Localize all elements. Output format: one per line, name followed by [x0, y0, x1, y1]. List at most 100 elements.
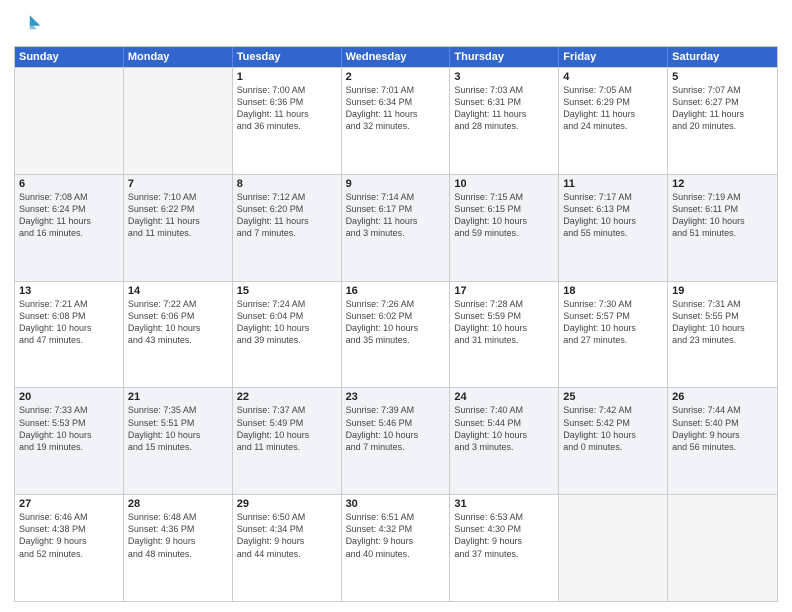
calendar-cell	[124, 68, 233, 174]
day-number: 2	[346, 71, 446, 83]
day-info: Sunrise: 7:28 AM Sunset: 5:59 PM Dayligh…	[454, 298, 554, 347]
calendar-cell: 5Sunrise: 7:07 AM Sunset: 6:27 PM Daylig…	[668, 68, 777, 174]
day-info: Sunrise: 7:00 AM Sunset: 6:36 PM Dayligh…	[237, 84, 337, 133]
header-day-thursday: Thursday	[450, 47, 559, 67]
day-info: Sunrise: 7:31 AM Sunset: 5:55 PM Dayligh…	[672, 298, 773, 347]
day-number: 30	[346, 498, 446, 510]
day-info: Sunrise: 7:08 AM Sunset: 6:24 PM Dayligh…	[19, 191, 119, 240]
day-number: 21	[128, 391, 228, 403]
calendar-row-1: 1Sunrise: 7:00 AM Sunset: 6:36 PM Daylig…	[15, 67, 777, 174]
calendar-body: 1Sunrise: 7:00 AM Sunset: 6:36 PM Daylig…	[15, 67, 777, 601]
day-info: Sunrise: 7:15 AM Sunset: 6:15 PM Dayligh…	[454, 191, 554, 240]
day-number: 5	[672, 71, 773, 83]
calendar-cell: 22Sunrise: 7:37 AM Sunset: 5:49 PM Dayli…	[233, 388, 342, 494]
calendar-cell: 12Sunrise: 7:19 AM Sunset: 6:11 PM Dayli…	[668, 175, 777, 281]
day-info: Sunrise: 7:12 AM Sunset: 6:20 PM Dayligh…	[237, 191, 337, 240]
calendar-cell: 23Sunrise: 7:39 AM Sunset: 5:46 PM Dayli…	[342, 388, 451, 494]
day-number: 6	[19, 178, 119, 190]
calendar-cell	[668, 495, 777, 601]
day-number: 26	[672, 391, 773, 403]
calendar-cell: 19Sunrise: 7:31 AM Sunset: 5:55 PM Dayli…	[668, 282, 777, 388]
day-number: 9	[346, 178, 446, 190]
day-info: Sunrise: 7:03 AM Sunset: 6:31 PM Dayligh…	[454, 84, 554, 133]
day-number: 13	[19, 285, 119, 297]
day-info: Sunrise: 7:17 AM Sunset: 6:13 PM Dayligh…	[563, 191, 663, 240]
calendar-cell: 29Sunrise: 6:50 AM Sunset: 4:34 PM Dayli…	[233, 495, 342, 601]
calendar-row-3: 13Sunrise: 7:21 AM Sunset: 6:08 PM Dayli…	[15, 281, 777, 388]
day-info: Sunrise: 7:01 AM Sunset: 6:34 PM Dayligh…	[346, 84, 446, 133]
day-info: Sunrise: 7:26 AM Sunset: 6:02 PM Dayligh…	[346, 298, 446, 347]
day-info: Sunrise: 7:40 AM Sunset: 5:44 PM Dayligh…	[454, 404, 554, 453]
calendar-cell: 11Sunrise: 7:17 AM Sunset: 6:13 PM Dayli…	[559, 175, 668, 281]
calendar-cell: 16Sunrise: 7:26 AM Sunset: 6:02 PM Dayli…	[342, 282, 451, 388]
header-day-saturday: Saturday	[668, 47, 777, 67]
calendar-cell: 4Sunrise: 7:05 AM Sunset: 6:29 PM Daylig…	[559, 68, 668, 174]
calendar-cell: 31Sunrise: 6:53 AM Sunset: 4:30 PM Dayli…	[450, 495, 559, 601]
calendar-cell: 15Sunrise: 7:24 AM Sunset: 6:04 PM Dayli…	[233, 282, 342, 388]
calendar-cell: 20Sunrise: 7:33 AM Sunset: 5:53 PM Dayli…	[15, 388, 124, 494]
logo	[14, 10, 46, 38]
day-info: Sunrise: 7:30 AM Sunset: 5:57 PM Dayligh…	[563, 298, 663, 347]
day-number: 7	[128, 178, 228, 190]
day-info: Sunrise: 6:51 AM Sunset: 4:32 PM Dayligh…	[346, 511, 446, 560]
day-info: Sunrise: 6:53 AM Sunset: 4:30 PM Dayligh…	[454, 511, 554, 560]
day-number: 8	[237, 178, 337, 190]
day-number: 4	[563, 71, 663, 83]
day-number: 24	[454, 391, 554, 403]
day-info: Sunrise: 7:42 AM Sunset: 5:42 PM Dayligh…	[563, 404, 663, 453]
day-info: Sunrise: 7:44 AM Sunset: 5:40 PM Dayligh…	[672, 404, 773, 453]
day-number: 16	[346, 285, 446, 297]
calendar-cell: 14Sunrise: 7:22 AM Sunset: 6:06 PM Dayli…	[124, 282, 233, 388]
day-info: Sunrise: 6:46 AM Sunset: 4:38 PM Dayligh…	[19, 511, 119, 560]
calendar-cell: 28Sunrise: 6:48 AM Sunset: 4:36 PM Dayli…	[124, 495, 233, 601]
calendar-cell: 7Sunrise: 7:10 AM Sunset: 6:22 PM Daylig…	[124, 175, 233, 281]
day-info: Sunrise: 7:37 AM Sunset: 5:49 PM Dayligh…	[237, 404, 337, 453]
calendar-cell: 17Sunrise: 7:28 AM Sunset: 5:59 PM Dayli…	[450, 282, 559, 388]
day-info: Sunrise: 7:14 AM Sunset: 6:17 PM Dayligh…	[346, 191, 446, 240]
day-info: Sunrise: 7:10 AM Sunset: 6:22 PM Dayligh…	[128, 191, 228, 240]
header-day-sunday: Sunday	[15, 47, 124, 67]
day-number: 18	[563, 285, 663, 297]
calendar-row-5: 27Sunrise: 6:46 AM Sunset: 4:38 PM Dayli…	[15, 494, 777, 601]
day-info: Sunrise: 7:39 AM Sunset: 5:46 PM Dayligh…	[346, 404, 446, 453]
calendar-row-4: 20Sunrise: 7:33 AM Sunset: 5:53 PM Dayli…	[15, 387, 777, 494]
day-number: 31	[454, 498, 554, 510]
header-day-tuesday: Tuesday	[233, 47, 342, 67]
day-info: Sunrise: 6:48 AM Sunset: 4:36 PM Dayligh…	[128, 511, 228, 560]
day-number: 14	[128, 285, 228, 297]
calendar-cell	[559, 495, 668, 601]
calendar-cell: 25Sunrise: 7:42 AM Sunset: 5:42 PM Dayli…	[559, 388, 668, 494]
day-number: 20	[19, 391, 119, 403]
day-info: Sunrise: 7:24 AM Sunset: 6:04 PM Dayligh…	[237, 298, 337, 347]
day-number: 23	[346, 391, 446, 403]
day-info: Sunrise: 7:22 AM Sunset: 6:06 PM Dayligh…	[128, 298, 228, 347]
day-info: Sunrise: 7:05 AM Sunset: 6:29 PM Dayligh…	[563, 84, 663, 133]
day-number: 19	[672, 285, 773, 297]
day-info: Sunrise: 7:35 AM Sunset: 5:51 PM Dayligh…	[128, 404, 228, 453]
calendar-cell: 27Sunrise: 6:46 AM Sunset: 4:38 PM Dayli…	[15, 495, 124, 601]
calendar-cell: 3Sunrise: 7:03 AM Sunset: 6:31 PM Daylig…	[450, 68, 559, 174]
calendar: SundayMondayTuesdayWednesdayThursdayFrid…	[14, 46, 778, 602]
day-number: 1	[237, 71, 337, 83]
calendar-cell: 1Sunrise: 7:00 AM Sunset: 6:36 PM Daylig…	[233, 68, 342, 174]
calendar-cell: 8Sunrise: 7:12 AM Sunset: 6:20 PM Daylig…	[233, 175, 342, 281]
calendar-cell: 18Sunrise: 7:30 AM Sunset: 5:57 PM Dayli…	[559, 282, 668, 388]
calendar-cell: 26Sunrise: 7:44 AM Sunset: 5:40 PM Dayli…	[668, 388, 777, 494]
header-day-monday: Monday	[124, 47, 233, 67]
calendar-cell: 13Sunrise: 7:21 AM Sunset: 6:08 PM Dayli…	[15, 282, 124, 388]
calendar-cell: 2Sunrise: 7:01 AM Sunset: 6:34 PM Daylig…	[342, 68, 451, 174]
header-day-wednesday: Wednesday	[342, 47, 451, 67]
calendar-row-2: 6Sunrise: 7:08 AM Sunset: 6:24 PM Daylig…	[15, 174, 777, 281]
day-info: Sunrise: 7:33 AM Sunset: 5:53 PM Dayligh…	[19, 404, 119, 453]
day-number: 3	[454, 71, 554, 83]
day-number: 12	[672, 178, 773, 190]
day-number: 11	[563, 178, 663, 190]
day-info: Sunrise: 7:19 AM Sunset: 6:11 PM Dayligh…	[672, 191, 773, 240]
header-day-friday: Friday	[559, 47, 668, 67]
day-number: 17	[454, 285, 554, 297]
calendar-cell: 9Sunrise: 7:14 AM Sunset: 6:17 PM Daylig…	[342, 175, 451, 281]
calendar-cell: 10Sunrise: 7:15 AM Sunset: 6:15 PM Dayli…	[450, 175, 559, 281]
calendar-header: SundayMondayTuesdayWednesdayThursdayFrid…	[15, 47, 777, 67]
calendar-cell: 30Sunrise: 6:51 AM Sunset: 4:32 PM Dayli…	[342, 495, 451, 601]
logo-icon	[14, 10, 42, 38]
